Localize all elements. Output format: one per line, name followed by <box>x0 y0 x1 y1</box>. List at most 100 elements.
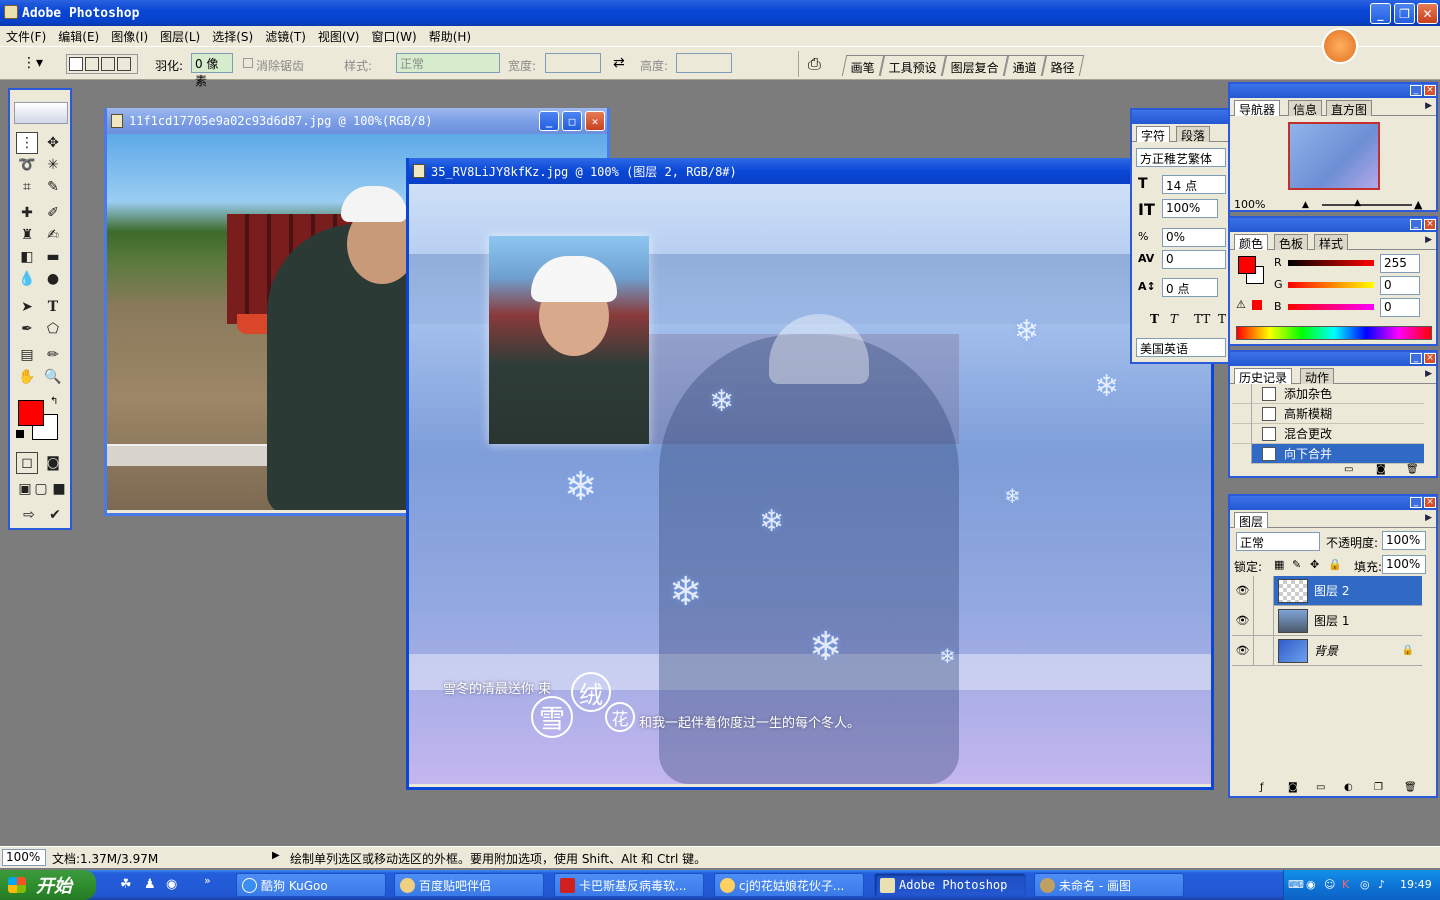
subtract-selection-icon[interactable] <box>101 57 115 71</box>
zoom-tool-icon[interactable]: 🔍 <box>42 366 64 388</box>
delete-state-icon[interactable]: 🗑 <box>1406 464 1419 475</box>
menu-file[interactable]: 文件(F) <box>0 28 52 45</box>
navigator-panel-titlebar[interactable]: _ × <box>1230 84 1436 98</box>
eraser-tool-icon[interactable]: ◧ <box>16 246 38 268</box>
history-item[interactable]: 高斯模糊 <box>1232 403 1424 424</box>
hand-tool-icon[interactable]: ✋ <box>16 366 38 388</box>
history-brush-tool-icon[interactable]: ✍ <box>42 224 64 246</box>
faux-bold-button[interactable]: T <box>1150 312 1159 326</box>
adjustment-layer-icon[interactable]: ◐ <box>1344 782 1353 793</box>
fill-input[interactable]: 100% <box>1382 555 1426 574</box>
doc1-close-button[interactable]: ✕ <box>585 111 605 131</box>
standard-mode-icon[interactable]: ◻ <box>16 452 38 474</box>
navigator-zoom[interactable]: 100% <box>1234 198 1265 211</box>
new-document-from-state-icon[interactable]: ▭ <box>1344 464 1353 475</box>
shape-tool-icon[interactable]: ⬠ <box>42 318 64 340</box>
layer-row-layer1[interactable]: 👁 图层 1 <box>1232 605 1422 636</box>
height-input[interactable] <box>676 53 732 73</box>
document-2-canvas[interactable]: ❄ ❄ ❄ ❄ ❄ ❄ ❄ ❄ ❄ 雪冬的清晨送你 束 绒 雪 花 和我一起伴着… <box>409 184 1211 784</box>
visibility-eye-icon[interactable]: 👁 <box>1232 605 1254 636</box>
kerning-input[interactable]: 0 <box>1162 250 1226 269</box>
status-zoom-input[interactable]: 100% <box>2 849 46 866</box>
lock-position-icon[interactable]: ✥ <box>1310 558 1319 571</box>
panel-menu-icon[interactable]: ▶ <box>1425 369 1432 379</box>
navigator-minimize-button[interactable]: _ <box>1410 85 1422 96</box>
blend-mode-select[interactable]: 正常 <box>1236 532 1320 551</box>
history-minimize-button[interactable]: _ <box>1410 353 1422 364</box>
gamut-color-swatch[interactable] <box>1252 300 1262 310</box>
document-window-2[interactable]: 35_RV8LiJY8kfKz.jpg @ 100% (图层 2, RGB/8#… <box>406 158 1214 790</box>
tracking-input[interactable]: 0% <box>1162 228 1226 247</box>
layers-close-button[interactable]: × <box>1424 497 1436 508</box>
clone-stamp-tool-icon[interactable]: ♜ <box>16 224 38 246</box>
well-tab-brushes[interactable]: 画笔 <box>841 55 885 76</box>
navigator-close-button[interactable]: × <box>1424 85 1436 96</box>
quicklaunch-browser-icon[interactable]: ◉ <box>166 877 177 892</box>
type-tool-icon[interactable]: T <box>42 296 64 318</box>
doc1-maximize-button[interactable]: □ <box>562 111 582 131</box>
tray-clock[interactable]: 19:49 <box>1400 878 1432 891</box>
layer-row-layer2[interactable]: 👁 图层 2 <box>1232 575 1422 606</box>
quicklaunch-game-icon[interactable]: ♟ <box>144 877 156 892</box>
menu-window[interactable]: 窗口(W) <box>365 28 422 45</box>
layers-minimize-button[interactable]: _ <box>1410 497 1422 508</box>
gamut-warning-icon[interactable]: ⚠ <box>1236 298 1246 311</box>
tab-navigator[interactable]: 导航器 <box>1234 100 1281 117</box>
tab-paragraph[interactable]: 段落 <box>1176 126 1211 143</box>
move-tool-icon[interactable]: ✥ <box>42 132 64 154</box>
color-minimize-button[interactable]: _ <box>1410 219 1422 230</box>
history-item-current[interactable]: 向下合并 <box>1232 443 1424 464</box>
layer-link-slot[interactable] <box>1254 635 1274 666</box>
tray-kaspersky-icon[interactable]: K <box>1342 878 1349 891</box>
zoom-in-icon[interactable]: ▲ <box>1414 198 1422 211</box>
layers-panel-titlebar[interactable]: _ × <box>1230 496 1436 510</box>
lock-image-icon[interactable]: ✎ <box>1292 558 1301 571</box>
pen-tool-icon[interactable]: ✒ <box>16 318 38 340</box>
tab-info[interactable]: 信息 <box>1288 100 1323 117</box>
menu-select[interactable]: 选择(S) <box>206 28 259 45</box>
edit-in-imageready-icon[interactable]: ✔ <box>44 504 66 526</box>
tray-kugoo-icon[interactable]: ◉ <box>1306 878 1316 891</box>
lasso-tool-icon[interactable]: ➰ <box>16 154 38 176</box>
add-selection-icon[interactable] <box>85 57 99 71</box>
start-button[interactable]: 开始 <box>0 870 96 900</box>
minimize-button[interactable]: _ <box>1370 3 1391 24</box>
feather-input[interactable]: 0 像素 <box>191 53 233 88</box>
well-tab-channels[interactable]: 通道 <box>1003 55 1047 76</box>
color-fg-swatch[interactable] <box>1238 256 1256 274</box>
restore-button[interactable]: ❐ <box>1394 3 1415 24</box>
tray-keyboard-icon[interactable]: ⌨ <box>1288 878 1304 891</box>
gradient-tool-icon[interactable]: ▬ <box>42 246 64 268</box>
vertical-scale-input[interactable]: 100% <box>1162 199 1218 218</box>
menu-filter[interactable]: 滤镜(T) <box>259 28 312 45</box>
zoom-slider-thumb[interactable]: ▲ <box>1354 198 1361 208</box>
task-kaspersky[interactable]: 卡巴斯基反病毒软... <box>554 873 704 897</box>
app-title-bar[interactable]: Adobe Photoshop _ ❐ ✕ <box>0 0 1440 26</box>
document-1-title-bar[interactable]: 11f1cd17705e9a02c93d6d87.jpg @ 100%(RGB/… <box>107 108 607 134</box>
task-chat[interactable]: cj的花姑娘花伙子... <box>714 873 864 897</box>
tab-actions[interactable]: 动作 <box>1300 368 1335 385</box>
crop-tool-icon[interactable]: ⌗ <box>16 176 38 198</box>
color-ramp[interactable] <box>1236 326 1432 340</box>
panel-menu-icon[interactable]: ▶ <box>1425 513 1432 523</box>
visibility-eye-icon[interactable]: 👁 <box>1232 575 1254 606</box>
new-group-icon[interactable]: ▭ <box>1316 782 1325 793</box>
imageready-icon[interactable] <box>1322 28 1358 64</box>
default-colors-icon[interactable] <box>16 430 24 438</box>
history-close-button[interactable]: × <box>1424 353 1436 364</box>
zoom-out-icon[interactable]: ▲ <box>1302 200 1309 210</box>
tab-histogram[interactable]: 直方图 <box>1326 100 1373 117</box>
notes-tool-icon[interactable]: ▤ <box>16 344 38 366</box>
blue-input[interactable]: 0 <box>1380 298 1420 317</box>
red-slider[interactable] <box>1288 260 1374 266</box>
language-select[interactable]: 美国英语 <box>1136 338 1226 357</box>
menu-edit[interactable]: 编辑(E) <box>52 28 105 45</box>
layer-row-background[interactable]: 👁 背景 🔒 <box>1232 635 1422 666</box>
green-slider[interactable] <box>1288 282 1374 288</box>
tray-volume-icon[interactable]: ♪ <box>1378 878 1385 891</box>
close-button[interactable]: ✕ <box>1417 3 1438 24</box>
layer-brush-link-icon[interactable] <box>1254 575 1274 606</box>
tab-color[interactable]: 颜色 <box>1234 234 1269 251</box>
green-input[interactable]: 0 <box>1380 276 1420 295</box>
visibility-eye-icon[interactable]: 👁 <box>1232 635 1254 666</box>
